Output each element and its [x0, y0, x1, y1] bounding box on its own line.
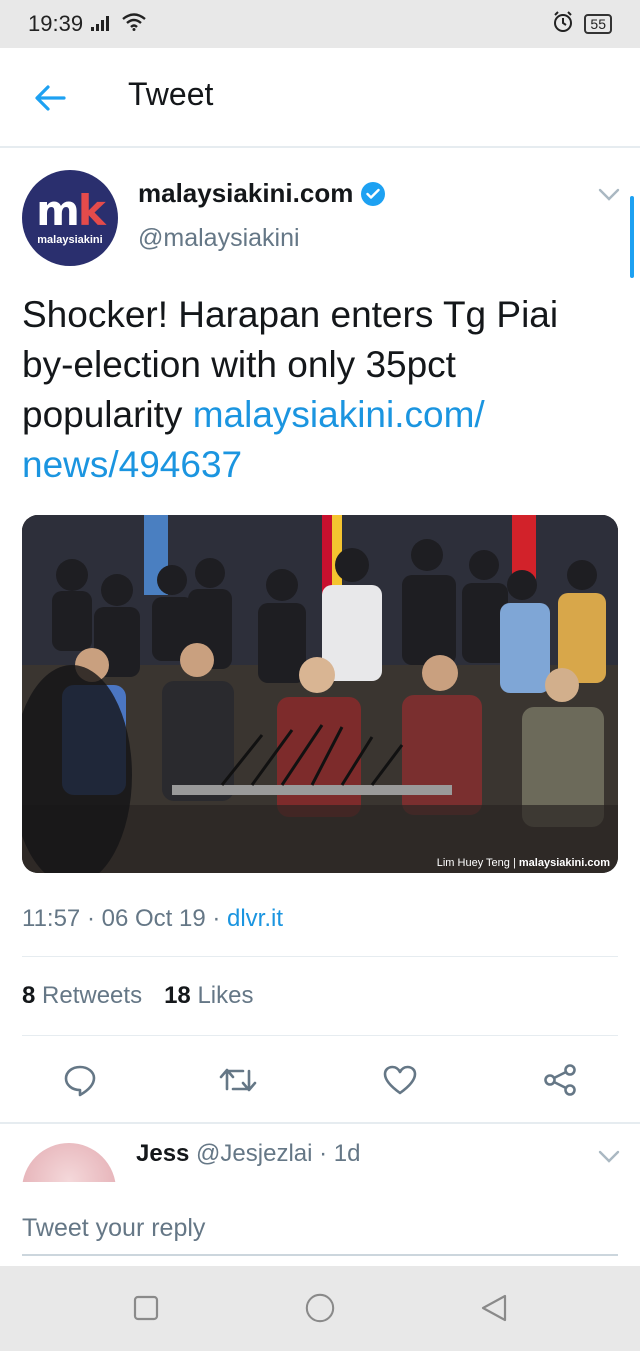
signal-icon [91, 11, 113, 37]
divider [22, 1035, 618, 1036]
retweets-count: 8 [22, 982, 36, 1009]
page-title: Tweet [128, 76, 214, 112]
home-icon[interactable] [304, 1292, 336, 1324]
status-right: 55 [552, 10, 612, 38]
verified-badge-icon [361, 181, 386, 206]
reply-icon[interactable] [60, 1060, 100, 1100]
chevron-down-icon[interactable] [598, 1150, 620, 1169]
alarm-icon [552, 10, 574, 38]
status-time: 19:39 [28, 11, 84, 36]
likes-label: Likes [197, 982, 254, 1009]
press-conference-photo [22, 515, 618, 873]
tweet-meta: 11:57 · 06 Oct 19 · dlvr.it [22, 905, 283, 933]
reply-header[interactable]: Jess @Jesjezlai · 1d [136, 1140, 360, 1168]
avatar-logo: mk [36, 186, 106, 235]
reply-compose-bar [0, 1182, 640, 1266]
app-header: Tweet [0, 48, 640, 148]
scrollbar[interactable] [630, 196, 634, 278]
avatar-caption: malaysiakini [37, 234, 103, 246]
tweet-stats: 8 Retweets 18 Likes [22, 982, 253, 1010]
photo-credit-brand: malaysiakini.com [518, 857, 610, 869]
reply-input[interactable] [22, 1202, 618, 1256]
battery-icon: 55 [584, 14, 612, 34]
divider [22, 956, 618, 957]
photo-credit-name: Lim Huey Teng [436, 857, 510, 869]
chevron-down-icon[interactable] [598, 188, 620, 207]
tweet-photo[interactable]: Lim Huey Teng | malaysiakini.com [22, 515, 618, 873]
recent-apps-icon[interactable] [130, 1292, 162, 1324]
wifi-icon [121, 11, 147, 37]
tweet-source-link[interactable]: dlvr.it [227, 905, 283, 932]
author-name[interactable]: malaysiakini.com [138, 178, 386, 209]
tweet-timestamp: 11:57 · 06 Oct 19 · [22, 905, 227, 932]
back-arrow-icon[interactable] [30, 78, 70, 118]
author-handle[interactable]: @malaysiakini [138, 224, 300, 253]
tweet-text: Shocker! Harapan enters Tg Piai by-elect… [22, 290, 602, 490]
status-left: 19:39 [28, 11, 147, 37]
reply-author-name: Jess [136, 1140, 190, 1167]
back-icon[interactable] [478, 1292, 510, 1324]
status-bar: 19:39 55 [0, 0, 640, 48]
divider [0, 1122, 640, 1124]
author-name-text: malaysiakini.com [138, 178, 354, 208]
retweet-icon[interactable] [218, 1060, 258, 1100]
photo-credit: Lim Huey Teng | malaysiakini.com [436, 857, 610, 869]
retweets-label: Retweets [42, 982, 143, 1009]
reply-author-meta: @Jesjezlai · 1d [189, 1140, 361, 1167]
retweets-stat[interactable]: 8 Retweets [22, 982, 142, 1010]
like-icon[interactable] [380, 1060, 420, 1100]
likes-count: 18 [164, 982, 191, 1009]
author-avatar[interactable]: mk malaysiakini [22, 170, 118, 266]
system-nav-bar [0, 1266, 640, 1351]
likes-stat[interactable]: 18 Likes [164, 982, 253, 1010]
share-icon[interactable] [540, 1060, 580, 1100]
